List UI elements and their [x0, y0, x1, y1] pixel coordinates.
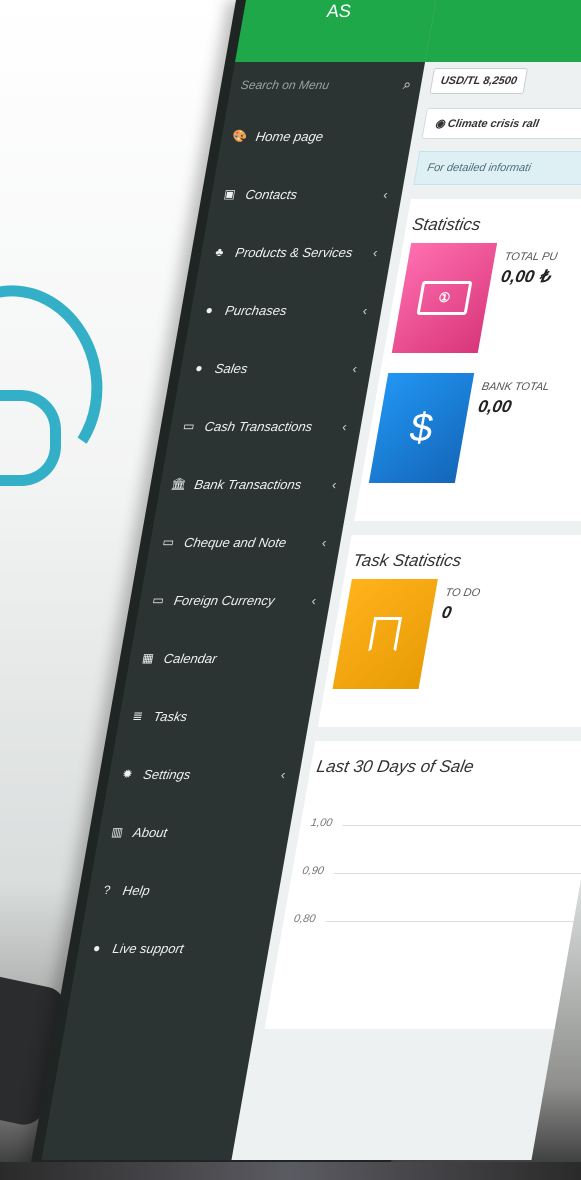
sidebar-item-label: Help: [121, 882, 152, 898]
menu-search[interactable]: Search on Menu ⌕: [227, 62, 425, 107]
brand-title: AS: [325, 1, 353, 21]
search-input[interactable]: Search on Menu: [240, 78, 331, 92]
sidebar-item-label: Bank Transactions: [193, 476, 303, 492]
stat-total-purchases[interactable]: ① TOTAL PU 0,00 ₺: [391, 243, 581, 353]
cash-icon: ▭: [181, 419, 196, 433]
gear-icon: ✹: [121, 767, 134, 781]
exchange-rate-badge[interactable]: USD/TL 8,2500: [429, 68, 529, 94]
news-ticker[interactable]: ◉ Climate crisis rall: [421, 108, 581, 139]
search-icon[interactable]: ⌕: [402, 76, 413, 93]
gridline: [333, 873, 581, 874]
calendar-icon: ▦: [141, 651, 155, 665]
cheque-icon: ▭: [161, 535, 176, 549]
bank-icon: 🏛: [169, 477, 188, 491]
news-text: Climate crisis rall: [446, 118, 540, 130]
gridline: [342, 825, 581, 826]
stat-label: TOTAL PU: [503, 251, 559, 263]
statistics-title: Statistics: [410, 215, 483, 234]
chevron-left-icon[interactable]: ‹: [351, 361, 358, 376]
money-icon-box: ①: [391, 243, 498, 353]
dollar-icon: $: [406, 405, 437, 450]
dashboard-icon: 🎨: [231, 129, 249, 143]
chevron-left-icon[interactable]: ‹: [321, 535, 328, 550]
sidebar-item-label: Calendar: [162, 650, 219, 666]
task-statistics-panel: Task Statistics TO DO 0: [317, 535, 581, 727]
sidebar-item-sales[interactable]: ● Sales ‹: [176, 339, 376, 397]
sidebar-item-label: Products & Services: [234, 244, 354, 260]
sidebar-item-cash-transactions[interactable]: ▭ Cash Transactions ‹: [166, 397, 366, 455]
cubes-icon: ♣: [214, 245, 225, 259]
sidebar-item-help[interactable]: ? Help: [84, 861, 284, 919]
sidebar-item-foreign-currency[interactable]: ▭ Foreign Currency ‹: [135, 571, 335, 629]
top-navbar: [425, 0, 581, 62]
chevron-left-icon[interactable]: ‹: [382, 187, 389, 202]
sidebar-item-label: Sales: [213, 360, 249, 376]
banknote-icon: ①: [416, 281, 473, 315]
sidebar-item-home-page[interactable]: 🎨 Home page: [217, 107, 417, 165]
gridline: [325, 921, 574, 922]
sales-chart-title: Last 30 Days of Sale: [315, 757, 476, 776]
stat-value: 0,00: [476, 397, 514, 416]
sidebar-item-calendar[interactable]: ▦ Calendar: [125, 629, 325, 687]
chevron-left-icon[interactable]: ‹: [341, 419, 348, 434]
sidebar-item-live-support[interactable]: ● Live support: [74, 919, 274, 977]
info-alert: For detailed informati: [413, 151, 581, 185]
stat-bank-total[interactable]: $ BANK TOTAL 0,00: [368, 373, 581, 483]
sidebar-item-label: Foreign Currency: [172, 592, 276, 608]
sidebar-item-products-services[interactable]: ♣ Products & Services ‹: [196, 223, 396, 281]
tasks-icon: ≣: [131, 709, 145, 723]
y-tick-label: 0,80: [292, 913, 317, 925]
help-icon: ?: [102, 883, 112, 897]
sidebar-item-label: Contacts: [244, 186, 299, 202]
sidebar-item-label: About: [131, 824, 169, 840]
stat-value: 0: [440, 603, 454, 622]
sidebar-item-label: Cash Transactions: [203, 418, 314, 434]
sidebar-item-settings[interactable]: ✹ Settings ‹: [104, 745, 304, 803]
sidebar-item-label: Live support: [111, 940, 185, 956]
sidebar-item-tasks[interactable]: ≣ Tasks: [115, 687, 315, 745]
sidebar-item-label: Purchases: [224, 302, 289, 318]
y-tick-label: 1,00: [309, 817, 334, 829]
sidebar-item-contacts[interactable]: ▣ Contacts ‹: [207, 165, 407, 223]
chat-icon: ●: [91, 941, 102, 955]
monitor-stand-edge: [0, 1162, 581, 1180]
chevron-left-icon[interactable]: ‹: [280, 767, 287, 782]
sidebar-item-about[interactable]: ▥ About: [94, 803, 294, 861]
sidebar-item-label: Settings: [142, 766, 192, 782]
sidebar-item-bank-transactions[interactable]: 🏛 Bank Transactions ‹: [156, 455, 356, 513]
chevron-left-icon[interactable]: ‹: [311, 593, 318, 608]
bookmark-icon-box: [332, 579, 438, 689]
contacts-icon: ▣: [222, 187, 237, 201]
sidebar-item-purchases[interactable]: ● Purchases ‹: [186, 281, 386, 339]
bookmark-icon: [368, 617, 402, 652]
y-tick-label: 0,90: [301, 865, 325, 877]
sidebar-item-cheque-and-note[interactable]: ▭ Cheque and Note ‹: [145, 513, 345, 571]
sidebar-item-label: Home page: [254, 128, 325, 144]
sidebar-item-label: Tasks: [152, 708, 189, 724]
chevron-left-icon[interactable]: ‹: [331, 477, 338, 492]
stat-label: BANK TOTAL: [480, 381, 551, 393]
chevron-left-icon[interactable]: ‹: [372, 245, 379, 260]
dollar-icon-box: $: [368, 373, 475, 483]
building-icon: ▥: [110, 825, 125, 839]
currency-icon: ▭: [151, 593, 166, 607]
sales-icon: ●: [194, 361, 204, 375]
sales-chart: 1,00 0,90 0,80: [293, 817, 581, 927]
sales-chart-panel: Last 30 Days of Sale 1,00 0,90 0,80: [264, 741, 581, 1029]
task-statistics-title: Task Statistics: [351, 551, 463, 570]
sidebar-item-label: Cheque and Note: [183, 534, 288, 550]
brand-header[interactable]: AS: [235, 0, 436, 62]
chevron-left-icon[interactable]: ‹: [362, 303, 369, 318]
purchase-icon: ●: [204, 303, 215, 317]
stat-label: TO DO: [444, 587, 482, 599]
stat-todo[interactable]: TO DO 0: [332, 579, 581, 689]
stat-value: 0,00 ₺: [499, 267, 552, 286]
